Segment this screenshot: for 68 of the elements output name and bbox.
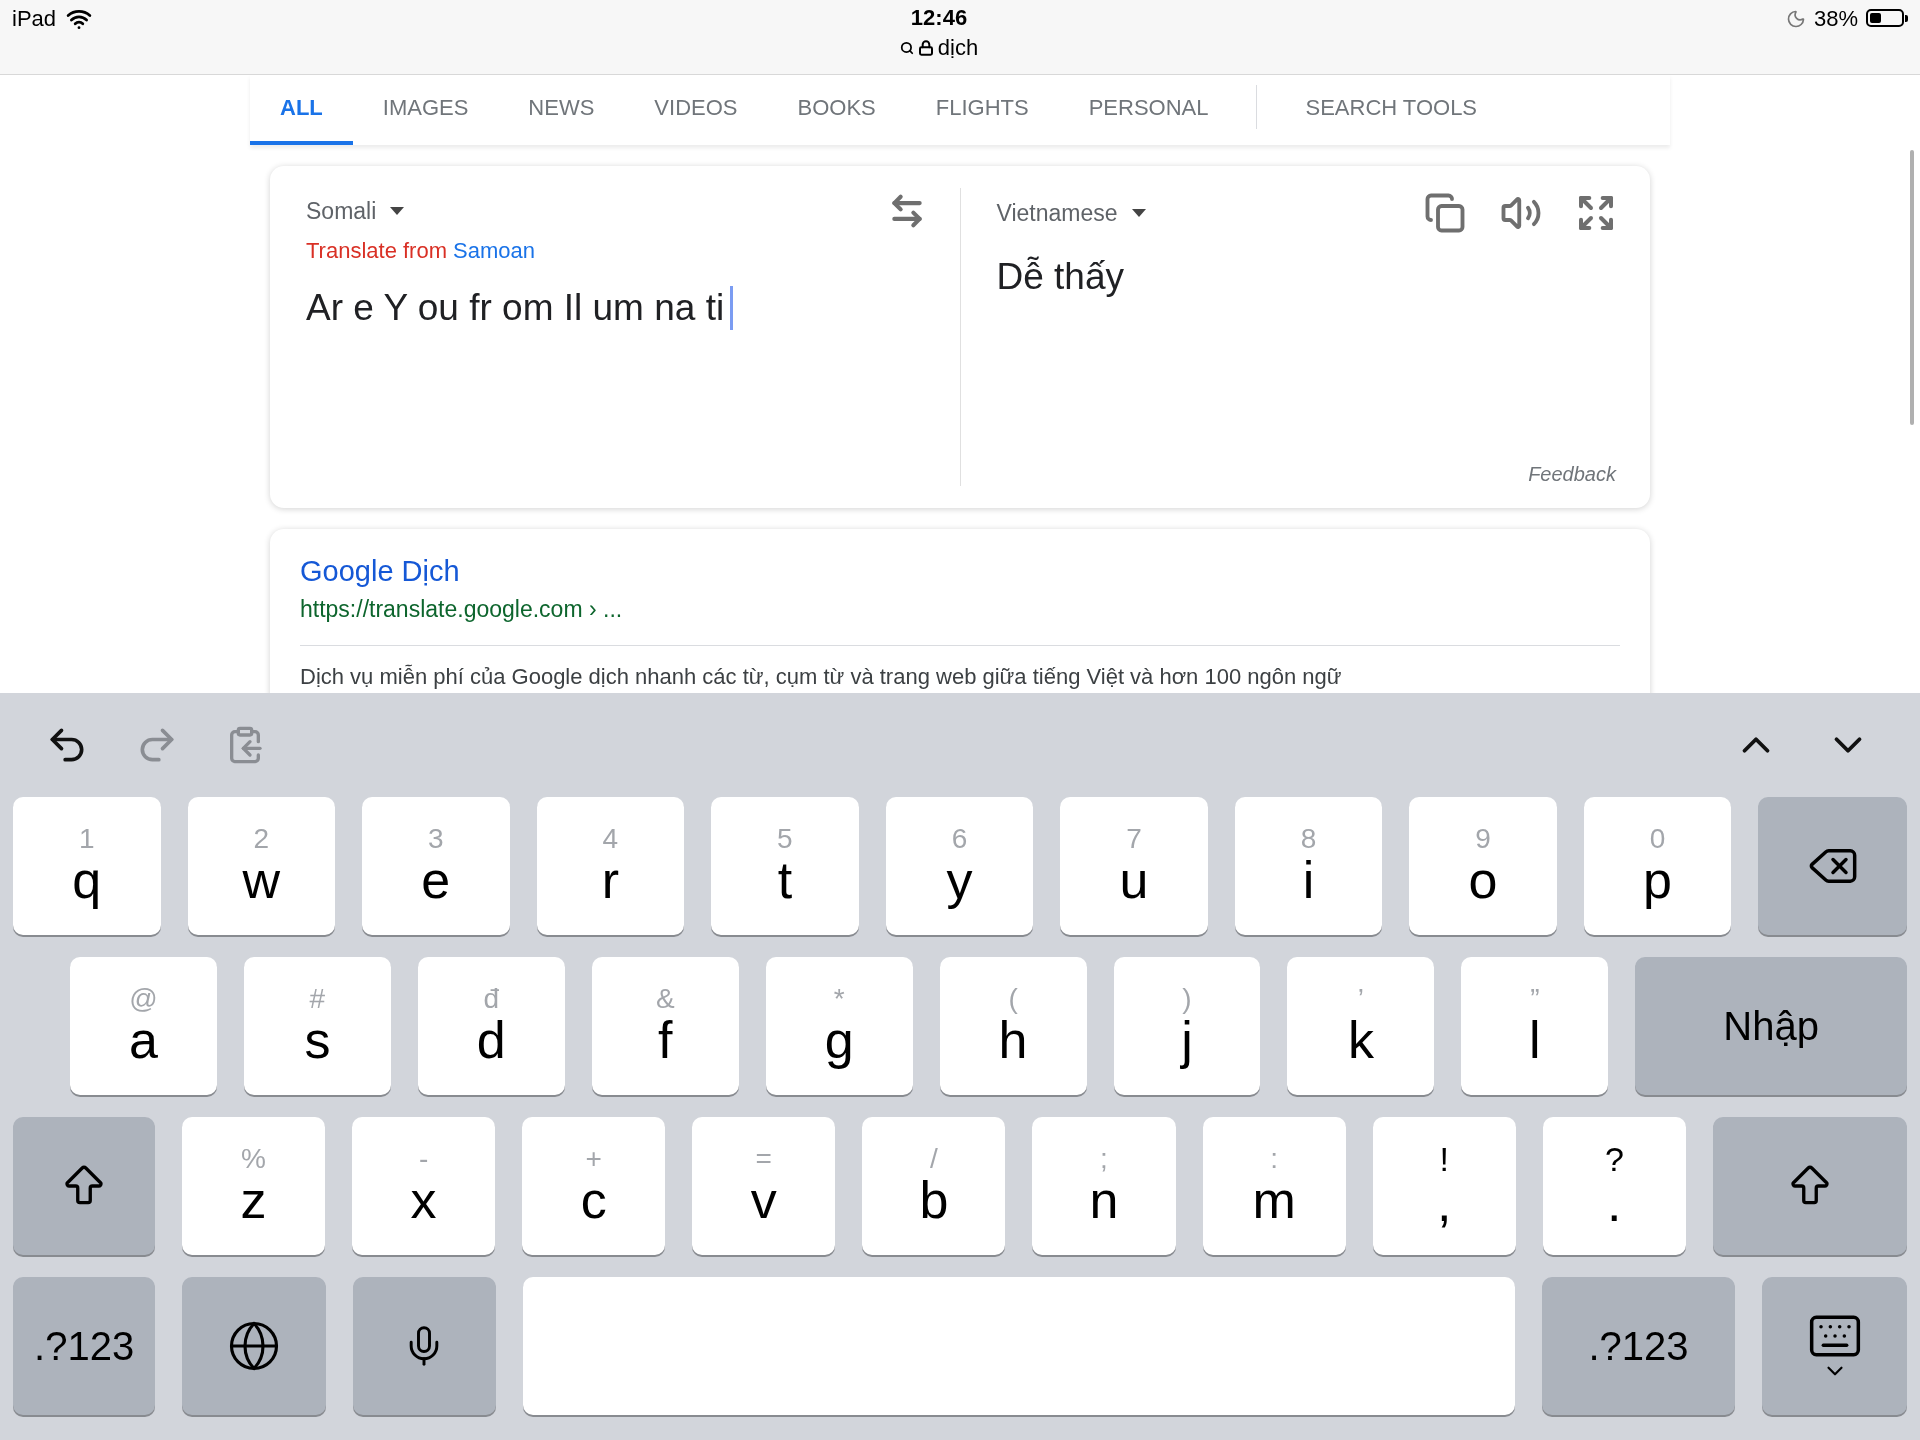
key[interactable]: % z bbox=[181, 1117, 325, 1255]
key[interactable]: 9 o bbox=[1409, 797, 1557, 935]
key[interactable]: ! , bbox=[1372, 1117, 1516, 1255]
key[interactable]: 3 e bbox=[362, 797, 510, 935]
battery-percent: 38% bbox=[1813, 6, 1858, 32]
numbers-key[interactable]: .?123 bbox=[13, 1277, 156, 1415]
key[interactable]: 4 r bbox=[536, 797, 685, 935]
battery-icon bbox=[1866, 9, 1908, 27]
tab[interactable]: IMAGES bbox=[352, 75, 499, 145]
fullscreen-button[interactable] bbox=[1576, 193, 1616, 233]
device-name: iPad bbox=[12, 6, 57, 32]
target-language-dropdown[interactable]: Vietnamese bbox=[996, 199, 1146, 227]
delete-key[interactable] bbox=[1758, 797, 1908, 935]
feedback-link[interactable]: Feedback bbox=[1528, 463, 1616, 486]
result-snippet: Dịch vụ miễn phí của Google dịch nhanh các từ, cụm từ và trang web giữa tiếng Việt và hơn 100 ngôn ngữ bbox=[300, 664, 1343, 690]
key[interactable]: 1 q bbox=[13, 797, 161, 935]
key[interactable]: # s bbox=[243, 957, 391, 1095]
source-language-dropdown[interactable]: Somali bbox=[306, 197, 405, 225]
result-url: https://translate.google.com › ... bbox=[300, 596, 624, 623]
key[interactable]: / b bbox=[862, 1117, 1006, 1255]
tab[interactable]: ALL bbox=[250, 75, 353, 145]
result-title[interactable]: Google Dịch bbox=[300, 555, 460, 588]
tab[interactable]: BOOKS bbox=[767, 75, 906, 145]
key[interactable]: 6 y bbox=[885, 797, 1034, 935]
enter-key[interactable]: Nhập bbox=[1635, 957, 1907, 1095]
key[interactable]: ” l bbox=[1461, 957, 1609, 1095]
key[interactable]: + c bbox=[522, 1117, 666, 1255]
key[interactable]: ) j bbox=[1113, 957, 1261, 1095]
key[interactable]: 0 p bbox=[1583, 797, 1732, 935]
text-cursor bbox=[730, 286, 734, 330]
dropdown-caret-icon bbox=[390, 207, 405, 215]
key[interactable]: 8 i bbox=[1234, 797, 1383, 935]
translation-text: Dễ thấy bbox=[996, 256, 1124, 298]
key[interactable]: - x bbox=[352, 1117, 496, 1255]
key[interactable]: đ d bbox=[417, 957, 565, 1095]
key[interactable]: : m bbox=[1202, 1117, 1346, 1255]
key[interactable]: * g bbox=[765, 957, 913, 1095]
key[interactable]: ’ k bbox=[1287, 957, 1435, 1095]
fullscreen-icon bbox=[1576, 193, 1616, 233]
hide-keyboard-key[interactable] bbox=[1762, 1277, 1907, 1415]
key[interactable]: ( h bbox=[939, 957, 1087, 1095]
suggestion-text: Translate from bbox=[306, 238, 447, 264]
key[interactable]: @ a bbox=[70, 957, 217, 1095]
key[interactable]: ; n bbox=[1032, 1117, 1176, 1255]
copy-button[interactable] bbox=[1424, 192, 1466, 234]
shift-key[interactable] bbox=[13, 1117, 155, 1255]
dropdown-caret-icon bbox=[1131, 209, 1146, 217]
clock: 12:46 bbox=[910, 5, 968, 31]
tab[interactable]: VIDEOS bbox=[624, 75, 768, 145]
moon-icon bbox=[1785, 9, 1806, 29]
suggestion-link[interactable]: Samoan bbox=[453, 238, 535, 264]
key[interactable]: 7 u bbox=[1060, 797, 1208, 935]
search-icon bbox=[899, 41, 914, 55]
lock-icon bbox=[917, 40, 934, 56]
globe-key[interactable] bbox=[182, 1277, 326, 1415]
copy-icon bbox=[1424, 192, 1466, 234]
key[interactable]: 5 t bbox=[711, 797, 859, 935]
key[interactable]: = v bbox=[692, 1117, 836, 1255]
tab[interactable]: NEWS bbox=[498, 75, 625, 145]
numbers-key[interactable]: .?123 bbox=[1541, 1277, 1736, 1415]
tab[interactable]: PERSONAL bbox=[1058, 75, 1239, 145]
key[interactable]: & f bbox=[591, 957, 739, 1095]
key[interactable]: ? . bbox=[1542, 1117, 1686, 1255]
key[interactable]: 2 w bbox=[187, 797, 336, 935]
source-text-input[interactable]: Ar e Y ou fr om Il um na ti bbox=[306, 287, 725, 329]
tab[interactable]: SEARCH TOOLS bbox=[1275, 75, 1508, 145]
address-text[interactable]: dịch bbox=[937, 35, 979, 61]
tab[interactable]: FLIGHTS bbox=[905, 75, 1059, 145]
